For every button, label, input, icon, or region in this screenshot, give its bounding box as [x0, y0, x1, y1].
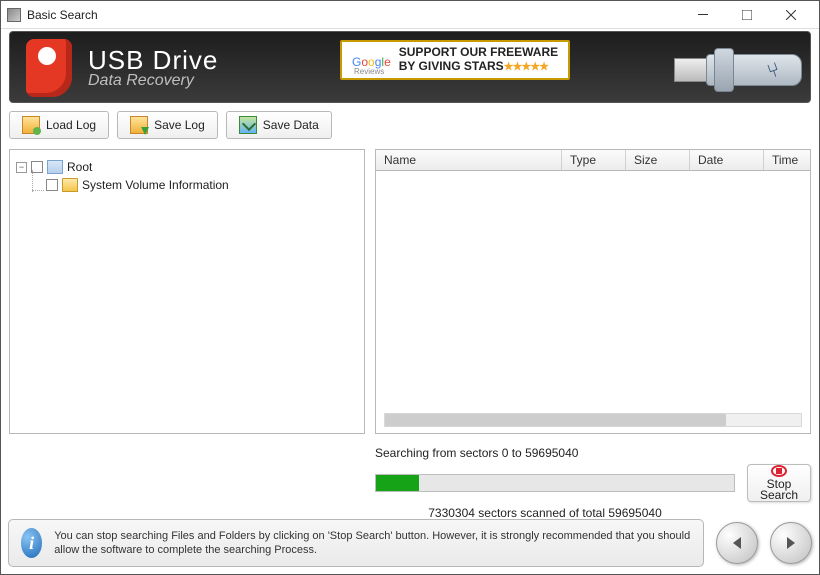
- col-size[interactable]: Size: [626, 150, 690, 170]
- close-icon: [786, 10, 796, 20]
- minimize-icon: [698, 10, 708, 20]
- tree-child-label: System Volume Information: [82, 178, 229, 192]
- folder-tree[interactable]: − Root System Volume Information: [9, 149, 365, 434]
- next-button[interactable]: [770, 522, 812, 564]
- info-box: i You can stop searching Files and Folde…: [8, 519, 704, 567]
- stop-icon: [771, 465, 787, 477]
- progress-fill: [376, 475, 419, 491]
- product-brand: USB Drive Data Recovery: [88, 45, 218, 90]
- folder-icon: [62, 178, 78, 192]
- app-icon: [7, 8, 21, 22]
- google-review-ad[interactable]: Google Reviews SUPPORT OUR FREEWARE BY G…: [340, 40, 570, 80]
- col-name[interactable]: Name: [376, 150, 562, 170]
- footer: i You can stop searching Files and Folde…: [8, 519, 812, 567]
- ad-message: SUPPORT OUR FREEWARE BY GIVING STARS★★★★…: [399, 46, 558, 74]
- toolbar: Load Log Save Log Save Data: [9, 111, 811, 139]
- load-log-button[interactable]: Load Log: [9, 111, 109, 139]
- close-button[interactable]: [769, 2, 813, 28]
- titlebar: Basic Search: [1, 1, 819, 29]
- load-log-label: Load Log: [46, 118, 96, 132]
- arrow-right-icon: [783, 535, 799, 551]
- col-time[interactable]: Time: [764, 150, 810, 170]
- tree-root-label: Root: [67, 160, 92, 174]
- horizontal-scrollbar[interactable]: [384, 413, 802, 427]
- checkbox[interactable]: [46, 179, 58, 191]
- info-icon: i: [21, 528, 42, 558]
- progress-bar: [375, 474, 735, 492]
- reviews-label: Reviews: [354, 67, 384, 76]
- maximize-button[interactable]: [725, 2, 769, 28]
- drive-icon: [47, 160, 63, 174]
- file-list-header: Name Type Size Date Time: [375, 149, 811, 171]
- load-log-icon: [22, 116, 40, 134]
- progress-subtext: 7330304 sectors scanned of total 5969504…: [375, 506, 715, 520]
- tree-node-root[interactable]: − Root: [16, 158, 358, 176]
- progress-label: Searching from sectors 0 to 59695040: [375, 446, 811, 460]
- info-text: You can stop searching Files and Folders…: [54, 529, 691, 557]
- header-banner: USB Drive Data Recovery Google Reviews S…: [9, 31, 811, 103]
- save-log-label: Save Log: [154, 118, 205, 132]
- stop-search-button[interactable]: StopSearch: [747, 464, 811, 502]
- file-list-pane: Name Type Size Date Time: [375, 149, 811, 434]
- save-log-button[interactable]: Save Log: [117, 111, 218, 139]
- stars-icon: ★★★★★: [504, 61, 548, 73]
- usb-drive-icon: ⑂: [662, 38, 802, 96]
- brand-line1: USB Drive: [88, 45, 218, 76]
- progress-area: Searching from sectors 0 to 59695040 Sto…: [375, 446, 811, 520]
- save-data-button[interactable]: Save Data: [226, 111, 332, 139]
- save-log-icon: [130, 116, 148, 134]
- tree-node-svi[interactable]: System Volume Information: [46, 176, 358, 194]
- window-title: Basic Search: [27, 8, 681, 22]
- save-data-icon: [239, 116, 257, 134]
- back-button[interactable]: [716, 522, 758, 564]
- maximize-icon: [742, 10, 752, 20]
- collapse-icon[interactable]: −: [16, 162, 27, 173]
- col-type[interactable]: Type: [562, 150, 626, 170]
- arrow-left-icon: [729, 535, 745, 551]
- minimize-button[interactable]: [681, 2, 725, 28]
- col-date[interactable]: Date: [690, 150, 764, 170]
- save-data-label: Save Data: [263, 118, 319, 132]
- product-logo-icon: [18, 35, 82, 99]
- scrollbar-thumb[interactable]: [385, 414, 726, 426]
- file-list-body[interactable]: [375, 171, 811, 434]
